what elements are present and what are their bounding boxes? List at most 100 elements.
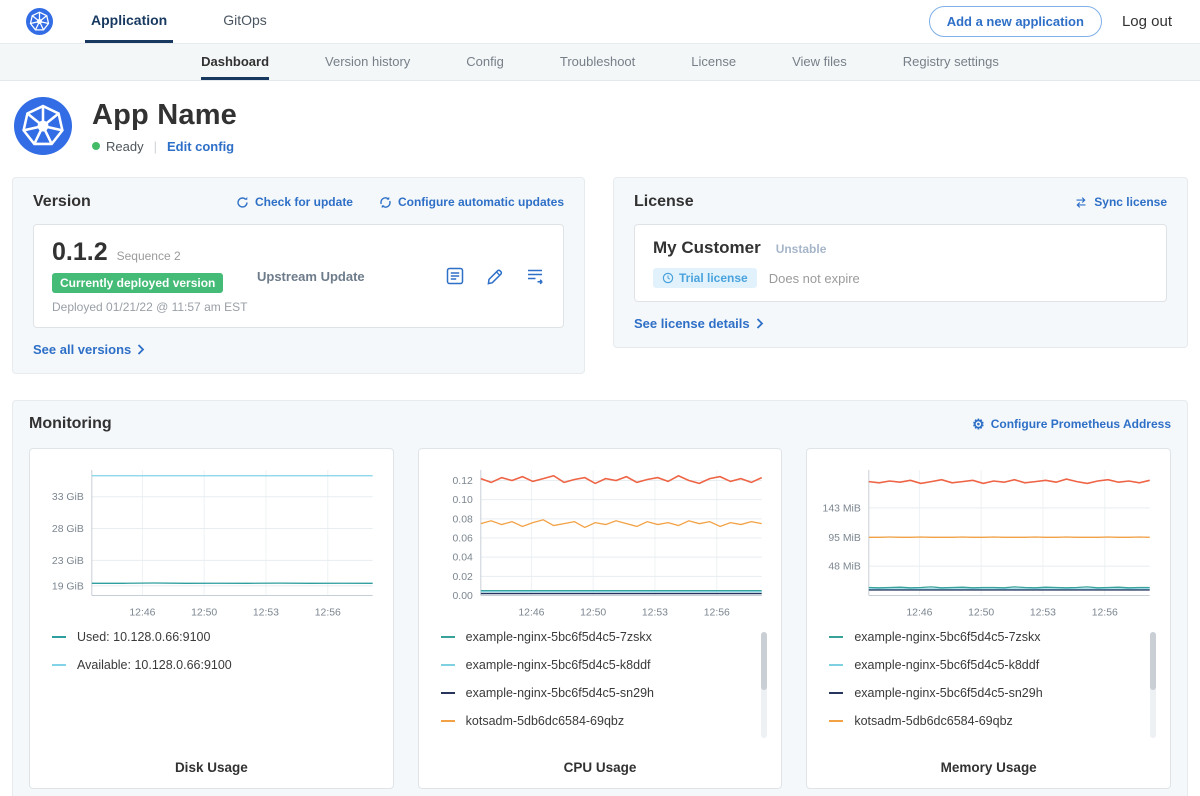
license-card-title: License (634, 193, 694, 211)
version-number: 0.1.2 (52, 238, 108, 267)
tab-application[interactable]: Application (85, 0, 173, 43)
upstream-update-label: Upstream Update (257, 269, 445, 284)
svg-text:12:46: 12:46 (129, 607, 155, 618)
current-version-box: 0.1.2 Sequence 2 Currently deployed vers… (33, 224, 564, 328)
tab-view-files[interactable]: View files (792, 44, 847, 80)
legend-label: kotsadm-5db6dc6584-69qbz (466, 714, 624, 728)
check-for-update-link[interactable]: Check for update (236, 195, 353, 209)
svg-text:143 MiB: 143 MiB (823, 503, 861, 514)
legend-item[interactable]: example-nginx-5bc6f5d4c5-7zskx (829, 630, 1160, 644)
legend-swatch (52, 636, 66, 638)
memory-usage-panel: 12:4612:5012:5312:5648 MiB95 MiB143 MiB … (806, 448, 1171, 789)
legend-label: example-nginx-5bc6f5d4c5-k8ddf (466, 658, 651, 672)
legend-item[interactable]: example-nginx-5bc6f5d4c5-k8ddf (441, 658, 772, 672)
release-notes-icon[interactable] (445, 266, 465, 286)
divider: | (154, 139, 157, 154)
legend-swatch (829, 720, 843, 722)
svg-text:12:56: 12:56 (315, 607, 341, 618)
legend-swatch (441, 720, 455, 722)
disk-usage-legend: Used: 10.128.0.66:9100 Available: 10.128.… (40, 630, 383, 748)
configure-prometheus-link[interactable]: ⚙ Configure Prometheus Address (972, 417, 1171, 431)
chevron-right-icon (137, 344, 145, 355)
refresh-icon (236, 196, 249, 209)
svg-text:12:46: 12:46 (518, 607, 544, 618)
legend-item[interactable]: example-nginx-5bc6f5d4c5-7zskx (441, 630, 772, 644)
app-sub-nav: Dashboard Version history Config Trouble… (0, 44, 1200, 81)
configure-automatic-updates-link[interactable]: Configure automatic updates (379, 195, 564, 209)
legend-swatch (441, 664, 455, 666)
deployed-badge: Currently deployed version (52, 273, 223, 293)
sync-license-link[interactable]: Sync license (1074, 195, 1167, 209)
tab-gitops[interactable]: GitOps (217, 0, 273, 43)
svg-text:12:53: 12:53 (253, 607, 279, 618)
tab-version-history[interactable]: Version history (325, 44, 410, 80)
legend-label: example-nginx-5bc6f5d4c5-sn29h (854, 686, 1042, 700)
status-dot (92, 142, 100, 150)
legend-label: kotsadm-5db6dc6584-69qbz (854, 714, 1012, 728)
tab-config[interactable]: Config (466, 44, 504, 80)
legend-label: example-nginx-5bc6f5d4c5-sn29h (466, 686, 654, 700)
svg-text:12:50: 12:50 (580, 607, 606, 618)
svg-text:0.10: 0.10 (452, 495, 473, 506)
svg-text:12:50: 12:50 (968, 607, 994, 618)
svg-text:23 GiB: 23 GiB (52, 556, 84, 567)
legend-item[interactable]: example-nginx-5bc6f5d4c5-sn29h (829, 686, 1160, 700)
svg-text:0.02: 0.02 (452, 572, 473, 583)
charts-row: 12:4612:5012:5312:5619 GiB23 GiB28 GiB33… (29, 448, 1171, 789)
sync-icon (1074, 196, 1088, 209)
cpu-usage-legend: example-nginx-5bc6f5d4c5-7zskx example-ng… (429, 630, 772, 748)
cpu-usage-panel: 12:4612:5012:5312:560.000.020.040.060.08… (418, 448, 783, 789)
legend-swatch (829, 636, 843, 638)
legend-label: example-nginx-5bc6f5d4c5-7zskx (466, 630, 652, 644)
add-application-button[interactable]: Add a new application (929, 6, 1102, 37)
legend-item[interactable]: example-nginx-5bc6f5d4c5-sn29h (441, 686, 772, 700)
top-nav: Application GitOps Add a new application… (0, 0, 1200, 44)
logout-link[interactable]: Log out (1122, 13, 1172, 30)
see-all-versions-link[interactable]: See all versions (33, 342, 145, 357)
version-card: Version Check for update Configure autom… (12, 177, 585, 374)
scrollbar-thumb[interactable] (1150, 632, 1156, 690)
edit-config-icon[interactable] (485, 266, 505, 286)
legend-swatch (829, 692, 843, 694)
disk-usage-chart: 12:4612:5012:5312:5619 GiB23 GiB28 GiB33… (40, 461, 383, 622)
legend-item[interactable]: kotsadm-5db6dc6584-69qbz (829, 714, 1160, 728)
clock-icon (662, 272, 674, 284)
svg-text:12:53: 12:53 (1030, 607, 1056, 618)
legend-item[interactable]: Available: 10.128.0.66:9100 (52, 658, 383, 672)
legend-item[interactable]: Used: 10.128.0.66:9100 (52, 630, 383, 644)
tab-license[interactable]: License (691, 44, 736, 80)
chart-title: Disk Usage (40, 748, 383, 775)
svg-text:0.12: 0.12 (452, 476, 473, 487)
svg-text:0.08: 0.08 (452, 514, 473, 525)
tab-troubleshoot[interactable]: Troubleshoot (560, 44, 635, 80)
kubernetes-logo-icon[interactable] (26, 8, 53, 35)
legend-scrollbar[interactable] (1150, 632, 1156, 738)
license-type-badge: Trial license (653, 268, 757, 288)
svg-text:12:56: 12:56 (1092, 607, 1118, 618)
legend-item[interactable]: example-nginx-5bc6f5d4c5-k8ddf (829, 658, 1160, 672)
license-card: License Sync license My Customer Unstabl… (613, 177, 1188, 348)
svg-text:28 GiB: 28 GiB (52, 524, 84, 535)
monitoring-card: Monitoring ⚙ Configure Prometheus Addres… (12, 400, 1188, 796)
app-icon (14, 97, 72, 155)
svg-text:95 MiB: 95 MiB (829, 533, 862, 544)
customer-name: My Customer (653, 238, 761, 258)
see-license-details-link[interactable]: See license details (634, 316, 764, 331)
edit-config-link[interactable]: Edit config (167, 139, 234, 154)
view-logs-icon[interactable] (525, 266, 545, 286)
scrollbar-thumb[interactable] (761, 632, 767, 690)
legend-scrollbar[interactable] (761, 632, 767, 738)
expiration-text: Does not expire (769, 271, 860, 286)
cards-row: Version Check for update Configure autom… (0, 177, 1200, 374)
legend-label: example-nginx-5bc6f5d4c5-7zskx (854, 630, 1040, 644)
tab-registry-settings[interactable]: Registry settings (903, 44, 999, 80)
svg-text:12:56: 12:56 (703, 607, 729, 618)
legend-swatch (52, 664, 66, 666)
legend-item[interactable]: kotsadm-5db6dc6584-69qbz (441, 714, 772, 728)
gear-icon: ⚙ (972, 417, 985, 431)
chevron-right-icon (756, 318, 764, 329)
tab-dashboard[interactable]: Dashboard (201, 44, 269, 80)
legend-label: example-nginx-5bc6f5d4c5-k8ddf (854, 658, 1039, 672)
top-nav-right: Add a new application Log out (929, 6, 1172, 37)
memory-usage-chart: 12:4612:5012:5312:5648 MiB95 MiB143 MiB (817, 461, 1160, 622)
